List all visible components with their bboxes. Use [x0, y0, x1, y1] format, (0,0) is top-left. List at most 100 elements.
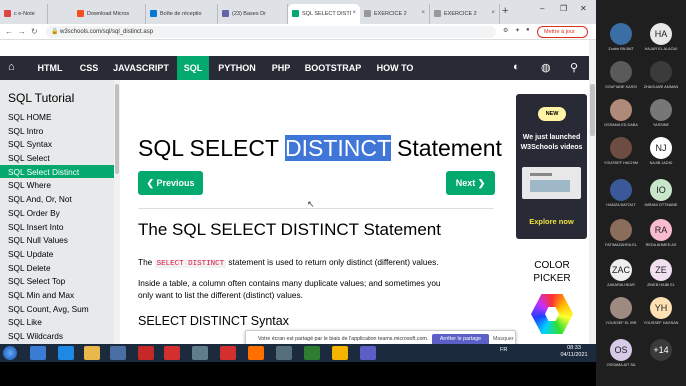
participant-tile[interactable]: Zoubir BN BAT: [601, 22, 641, 55]
minimize-icon[interactable]: –: [540, 4, 544, 13]
close-tab-icon[interactable]: ×: [491, 10, 495, 16]
sidebar-item-sql-home[interactable]: SQL HOME: [0, 110, 114, 124]
color-hexagon-icon[interactable]: [531, 294, 573, 334]
sidebar-item-sql-like[interactable]: SQL Like: [0, 315, 114, 329]
participant-tile[interactable]: FATIMAZAHRA EL: [601, 218, 641, 251]
nav-javascript[interactable]: JAVASCRIPT: [106, 56, 176, 80]
chrome-icon[interactable]: [332, 346, 348, 360]
participant-tile[interactable]: HAMZA BATOUT: [601, 178, 641, 211]
windows-start-icon[interactable]: [3, 346, 17, 360]
participant-tile[interactable]: YOUSSEF EL IBR: [601, 296, 641, 329]
pdf-icon[interactable]: [164, 346, 180, 360]
participant-tile[interactable]: IO IMRANI OTTMANE: [641, 178, 681, 211]
url-input[interactable]: 🔒 w3schools.com/sql/sql_distinct.asp: [46, 26, 496, 38]
scrollbar-thumb[interactable]: [115, 84, 119, 174]
reload-button[interactable]: ↻: [31, 27, 38, 36]
sidebar-item-sql-delete[interactable]: SQL Delete: [0, 261, 114, 275]
maximize-icon[interactable]: ❐: [560, 4, 567, 13]
video-ad[interactable]: NEW We just launched W3Schools videos Exp…: [516, 94, 587, 239]
mcafee-icon[interactable]: [138, 346, 154, 360]
edge-icon[interactable]: [58, 346, 74, 360]
search-icon[interactable]: ⚲: [570, 61, 578, 74]
browser-tab[interactable]: EXERCICE 2 ×: [430, 4, 500, 24]
extension-icon[interactable]: ⚙: [503, 27, 512, 36]
sidebar-item-sql-select[interactable]: SQL Select: [0, 151, 114, 165]
nav-bootstrap[interactable]: BOOTSTRAP: [302, 56, 364, 80]
forward-button[interactable]: →: [18, 27, 26, 36]
color-picker-label[interactable]: COLOR PICKER: [521, 259, 583, 285]
nav-how-to[interactable]: HOW TO: [370, 56, 420, 80]
nav-python[interactable]: PYTHON: [212, 56, 262, 80]
sidebar-item-sql-where[interactable]: SQL Where: [0, 178, 114, 192]
app-icon[interactable]: [110, 346, 126, 360]
sidebar-item-sql-syntax[interactable]: SQL Syntax: [0, 137, 114, 151]
participant-tile[interactable]: SOUFIANE KASSI: [601, 60, 641, 93]
sidebar-item-sql-update[interactable]: SQL Update: [0, 247, 114, 261]
excel-icon[interactable]: [304, 346, 320, 360]
dark-mode-icon[interactable]: ◐: [513, 61, 520, 73]
next-button[interactable]: Next ❯: [446, 171, 495, 195]
sidebar-item-sql-wildcards[interactable]: SQL Wildcards: [0, 329, 114, 343]
sidebar-item-sql-select-top[interactable]: SQL Select Top: [0, 274, 114, 288]
browser-tab[interactable]: (23) Bases Dr: [218, 4, 288, 24]
participant-tile[interactable]: HA HAJAR EL ALAOUI: [641, 22, 681, 55]
browser-tab[interactable]: EXERCICE 2 ×: [360, 4, 430, 24]
participant-tile[interactable]: NJ NAJIB JADID: [641, 136, 681, 169]
sidebar-item-sql-count-avg-sum[interactable]: SQL Count, Avg, Sum: [0, 302, 114, 316]
sidebar-item-sql-select-distinct[interactable]: SQL Select Distinct: [0, 164, 114, 179]
profile-icon[interactable]: ●: [526, 27, 535, 36]
participant-tile[interactable]: ZAC ZAKARIA HEAR: [601, 258, 641, 291]
sidebar-item-sql-null-values[interactable]: SQL Null Values: [0, 233, 114, 247]
ie-icon[interactable]: [30, 346, 46, 360]
sidebar-item-sql-intro[interactable]: SQL Intro: [0, 124, 114, 138]
update-button[interactable]: Mettre à jour: [537, 26, 588, 38]
globe-icon[interactable]: ◍: [541, 61, 551, 74]
tools-icon[interactable]: [276, 346, 292, 360]
participant-tile[interactable]: YOUSSEF HACHIM: [601, 136, 641, 169]
acrobat-icon[interactable]: [220, 346, 236, 360]
nav-sql[interactable]: SQL: [177, 56, 209, 80]
clock[interactable]: 08:33 04/11/2021: [555, 345, 593, 359]
home-icon[interactable]: ⌂: [8, 61, 15, 73]
participant-tile[interactable]: YASSINE: [641, 98, 681, 131]
page-scrollbar[interactable]: [589, 40, 596, 344]
explore-now-link[interactable]: Explore now: [519, 217, 584, 226]
sidebar-item-sql-min-max[interactable]: SQL Min and Max: [0, 288, 114, 302]
participant-tile[interactable]: RA REDA AHMED AS: [641, 218, 681, 251]
scrollbar-thumb[interactable]: [590, 84, 595, 136]
close-tab-icon[interactable]: ×: [421, 10, 425, 16]
participant-tile[interactable]: ZHAOUARI AMMAN: [641, 60, 681, 93]
participant-name: SOUFIANE KASSI: [605, 85, 637, 89]
browser-tab-active[interactable]: SQL SELECT DISTI ×: [288, 4, 360, 24]
participant-tile[interactable]: OS OSSAMA AIT SA: [601, 338, 641, 371]
close-tab-icon[interactable]: ×: [352, 10, 356, 16]
app-icon[interactable]: [248, 346, 264, 360]
nav-php[interactable]: PHP: [264, 56, 298, 80]
divider: [138, 208, 494, 209]
folder-icon[interactable]: [84, 346, 100, 360]
participant-tile[interactable]: YH YOUSSEF HASSAN: [641, 296, 681, 329]
back-button[interactable]: ←: [5, 27, 13, 36]
tab-favicon-icon: [434, 10, 441, 17]
sidebar-item-sql-order-by[interactable]: SQL Order By: [0, 206, 114, 220]
language-indicator[interactable]: FR: [500, 347, 507, 353]
top-navigation: ⌂ HTML CSS JAVASCRIPT SQL PYTHON PHP BOO…: [0, 56, 596, 80]
sidebar-item-sql-and-or-not[interactable]: SQL And, Or, Not: [0, 192, 114, 206]
tab-label: Download Micros: [87, 11, 130, 17]
teams-icon[interactable]: [360, 346, 376, 360]
browser-tab[interactable]: Boîte de réceptio: [146, 4, 218, 24]
browser-tab[interactable]: Download Micros: [73, 4, 146, 24]
puzzle-icon[interactable]: ✦: [515, 27, 524, 36]
hide-button[interactable]: Masquer: [493, 336, 514, 342]
nav-html[interactable]: HTML: [30, 56, 70, 80]
close-window-icon[interactable]: ✕: [580, 4, 587, 13]
more-participants-button[interactable]: +14: [641, 338, 681, 371]
browser-tab[interactable]: c e-Note: [0, 4, 48, 24]
sidebar-item-sql-insert-into[interactable]: SQL Insert Into: [0, 220, 114, 234]
participant-tile[interactable]: OSSAMA ED DABA: [601, 98, 641, 131]
new-tab-button[interactable]: +: [502, 5, 508, 17]
participant-tile[interactable]: ZE ZINEB HAIBI EL: [641, 258, 681, 291]
previous-button[interactable]: ❮ Previous: [138, 171, 203, 195]
media-icon[interactable]: [192, 346, 208, 360]
nav-css[interactable]: CSS: [72, 56, 106, 80]
